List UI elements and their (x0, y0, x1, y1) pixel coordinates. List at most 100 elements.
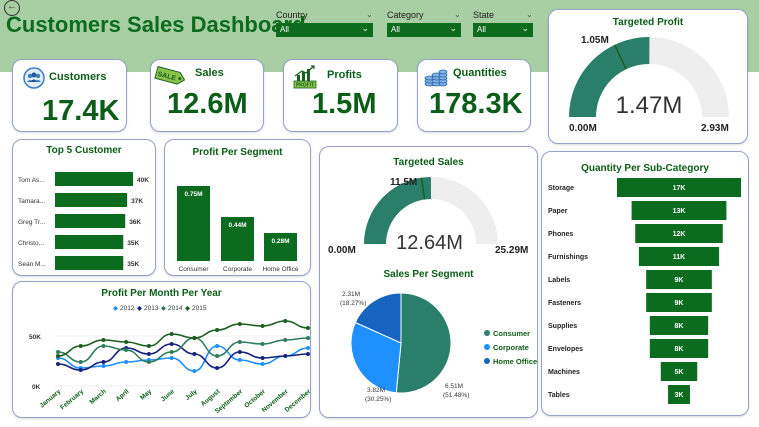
subcategory-label: Envelopes (548, 346, 583, 353)
targeted-profit-min: 0.00M (569, 123, 597, 134)
sales-value: 12.6M (167, 88, 248, 120)
legend-label: Home Office (493, 357, 537, 366)
series-point-2015 (215, 328, 220, 332)
profit-month-chart: ◆ 2012 ◆ 2013 ◆ 2014 ◆ 201550K0KJanuaryFebruary… (29, 305, 312, 415)
chevron-down-icon: ⌄ (366, 10, 373, 19)
top-customers-card: Top 5 Customer Tom As... 40K Tamara... 37K G… (12, 139, 156, 276)
quantities-kpi-card: Quantities 178.3K (417, 59, 531, 132)
customer-bar (55, 214, 126, 228)
category-filter-label: Category (387, 10, 424, 20)
pie-value-label: 6.51M (445, 383, 463, 390)
series-point-2013 (146, 352, 151, 356)
pie-percent-label: (51.48%) (443, 392, 469, 399)
series-point-2013 (101, 360, 106, 364)
legend-marker-icon (484, 344, 490, 350)
dashboard-title: Customers Sales Dashboard (6, 12, 306, 37)
top-customers-chart: Tom As... 40K Tamara... 37K Greg Tr... 36K Chr… (18, 172, 149, 270)
funnel-value-label: 8K (675, 346, 684, 353)
customer-value-label: 35K (127, 240, 139, 247)
series-point-2012 (169, 356, 174, 360)
series-point-2012 (101, 364, 106, 368)
targeted-profit-target-label: 1.05M (581, 35, 609, 46)
subcategory-label: Machines (548, 369, 580, 376)
quantities-label: Quantities (453, 67, 507, 79)
state-selected-value: All (477, 25, 486, 34)
segment-profit-value: 0.28M (271, 238, 289, 245)
profit-month-card: Profit Per Month Per Year ◆ 2012 ◆ 2013 ◆ 201… (12, 281, 312, 418)
x-tick-label: April (115, 388, 131, 403)
chevron-down-icon: ⌄ (521, 23, 529, 33)
category-filter[interactable]: Category ⌄ All ⌄ (387, 10, 461, 37)
customers-kpi-card: Customers 17.4K (12, 59, 127, 132)
series-point-2015 (306, 326, 310, 330)
sales-label: Sales (195, 67, 224, 79)
funnel-value-label: 3K (675, 392, 684, 399)
pie-percent-label: (18.27%) (340, 300, 366, 307)
series-point-2015 (260, 324, 265, 328)
x-tick-label: February (59, 388, 85, 411)
series-point-2012 (124, 360, 129, 364)
pie-value-label: 3.82M (367, 387, 385, 394)
legend-marker-icon: ◆ (137, 305, 143, 312)
chevron-down-icon: ⌄ (361, 23, 369, 33)
series-point-2013 (283, 354, 288, 358)
customer-bar (55, 193, 128, 207)
coin-stack-icon (424, 69, 448, 87)
series-point-2013 (306, 352, 310, 356)
x-tick-label: March (89, 388, 108, 406)
customer-value-label: 40K (137, 177, 149, 184)
series-point-2012 (260, 362, 265, 366)
series-point-2015 (78, 344, 83, 348)
series-point-2015 (169, 332, 174, 336)
profit-segment-chart: 0.75M Consumer 0.44M Corporate 0.28M Home Off… (177, 186, 299, 273)
series-point-2012 (237, 358, 242, 362)
series-point-2013 (78, 368, 83, 372)
category-dropdown[interactable]: All ⌄ (387, 23, 461, 37)
series-point-2013 (192, 352, 197, 356)
state-filter[interactable]: State ⌄ All ⌄ (473, 10, 533, 37)
funnel-value-label: 11K (673, 254, 685, 261)
subcategory-label: Labels (548, 277, 570, 284)
sales-kpi-card: SALE Sales 12.6M (150, 59, 264, 132)
sale-tag-icon: SALE (154, 65, 186, 85)
series-point-2014 (237, 340, 242, 344)
series-point-2014 (56, 350, 60, 354)
series-point-2015 (56, 354, 60, 358)
pie-percent-label: (30.25%) (365, 396, 391, 403)
series-point-2014 (260, 342, 265, 346)
profit-chart-icon: PROFIT (293, 65, 317, 89)
series-point-2012 (215, 344, 220, 348)
series-point-2014 (215, 354, 220, 358)
state-dropdown[interactable]: All ⌄ (473, 23, 533, 37)
series-point-2013 (56, 362, 60, 366)
y-tick-label: 0K (32, 384, 41, 391)
x-tick-label: June (160, 388, 176, 403)
series-point-2014 (306, 336, 310, 340)
customer-name-label: Greg Tr... (18, 219, 45, 226)
funnel-value-label: 17K (673, 185, 686, 192)
country-filter[interactable]: Country ⌄ All ⌄ (276, 10, 373, 37)
chevron-down-icon: ⌄ (449, 23, 457, 33)
profit-segment-card: Profit Per Segment 0.75M Consumer 0.44M Cor… (164, 139, 311, 276)
customer-name-label: Tom As... (18, 177, 45, 184)
series-point-2013 (215, 366, 220, 370)
customers-value: 17.4K (42, 95, 120, 127)
subcategory-label: Fasteners (548, 300, 581, 307)
series-point-2014 (101, 344, 106, 348)
country-filter-label: Country (276, 10, 308, 20)
series-point-2012 (306, 346, 310, 350)
subcategory-label: Storage (548, 185, 574, 192)
customer-name-label: Sean M... (18, 261, 46, 268)
country-selected-value: All (280, 25, 289, 34)
funnel-value-label: 8K (675, 323, 684, 330)
customer-value-label: 36K (129, 219, 141, 226)
sales-segment-chart: 6.51M (51.48%) 3.82M (30.25%) 2.31M (18.27%) C… (340, 291, 537, 403)
legend-series-label: 2013 (144, 305, 159, 312)
customers-icon (23, 67, 45, 89)
funnel-value-label: 9K (675, 300, 684, 307)
category-selected-value: All (391, 25, 400, 34)
series-point-2014 (169, 350, 174, 354)
country-dropdown[interactable]: All ⌄ (276, 23, 373, 37)
customers-label: Customers (49, 71, 107, 83)
customer-name-label: Tamara... (18, 198, 45, 205)
